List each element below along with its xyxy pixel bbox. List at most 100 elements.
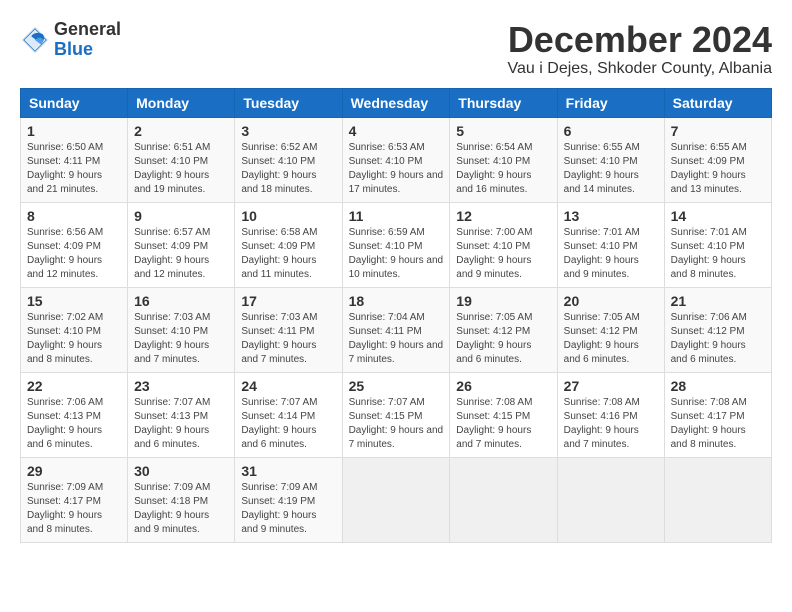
calendar-day-header: Tuesday <box>235 88 342 117</box>
day-info: Sunrise: 7:07 AMSunset: 4:15 PMDaylight:… <box>349 397 444 450</box>
day-number: 15 <box>27 293 121 309</box>
month-title: December 2024 <box>508 20 772 60</box>
day-number: 11 <box>349 208 444 224</box>
day-number: 18 <box>349 293 444 309</box>
day-info: Sunrise: 7:03 AMSunset: 4:10 PMDaylight:… <box>134 312 210 365</box>
day-info: Sunrise: 7:07 AMSunset: 4:14 PMDaylight:… <box>241 397 317 450</box>
day-info: Sunrise: 7:08 AMSunset: 4:15 PMDaylight:… <box>456 397 532 450</box>
calendar-cell: 31 Sunrise: 7:09 AMSunset: 4:19 PMDaylig… <box>235 457 342 542</box>
calendar-cell: 12 Sunrise: 7:00 AMSunset: 4:10 PMDaylig… <box>450 202 557 287</box>
calendar-cell: 5 Sunrise: 6:54 AMSunset: 4:10 PMDayligh… <box>450 117 557 202</box>
calendar-cell: 7 Sunrise: 6:55 AMSunset: 4:09 PMDayligh… <box>664 117 771 202</box>
day-info: Sunrise: 7:05 AMSunset: 4:12 PMDaylight:… <box>564 312 640 365</box>
day-info: Sunrise: 7:01 AMSunset: 4:10 PMDaylight:… <box>564 227 640 280</box>
day-info: Sunrise: 7:01 AMSunset: 4:10 PMDaylight:… <box>671 227 747 280</box>
day-number: 22 <box>27 378 121 394</box>
calendar-cell: 2 Sunrise: 6:51 AMSunset: 4:10 PMDayligh… <box>128 117 235 202</box>
calendar-header-row: SundayMondayTuesdayWednesdayThursdayFrid… <box>21 88 772 117</box>
day-number: 2 <box>134 123 228 139</box>
day-info: Sunrise: 7:04 AMSunset: 4:11 PMDaylight:… <box>349 312 444 365</box>
calendar-cell: 30 Sunrise: 7:09 AMSunset: 4:18 PMDaylig… <box>128 457 235 542</box>
calendar-week-row: 1 Sunrise: 6:50 AMSunset: 4:11 PMDayligh… <box>21 117 772 202</box>
calendar-cell: 27 Sunrise: 7:08 AMSunset: 4:16 PMDaylig… <box>557 372 664 457</box>
day-number: 31 <box>241 463 335 479</box>
calendar-day-header: Saturday <box>664 88 771 117</box>
day-number: 27 <box>564 378 658 394</box>
day-info: Sunrise: 6:55 AMSunset: 4:10 PMDaylight:… <box>564 142 640 195</box>
calendar-cell: 10 Sunrise: 6:58 AMSunset: 4:09 PMDaylig… <box>235 202 342 287</box>
calendar-week-row: 22 Sunrise: 7:06 AMSunset: 4:13 PMDaylig… <box>21 372 772 457</box>
day-number: 25 <box>349 378 444 394</box>
calendar-day-header: Friday <box>557 88 664 117</box>
day-info: Sunrise: 7:06 AMSunset: 4:13 PMDaylight:… <box>27 397 103 450</box>
day-number: 7 <box>671 123 765 139</box>
calendar-cell: 18 Sunrise: 7:04 AMSunset: 4:11 PMDaylig… <box>342 287 450 372</box>
day-info: Sunrise: 7:06 AMSunset: 4:12 PMDaylight:… <box>671 312 747 365</box>
day-number: 3 <box>241 123 335 139</box>
title-area: December 2024 Vau i Dejes, Shkoder Count… <box>508 20 772 78</box>
day-number: 6 <box>564 123 658 139</box>
calendar-cell: 19 Sunrise: 7:05 AMSunset: 4:12 PMDaylig… <box>450 287 557 372</box>
calendar-cell: 26 Sunrise: 7:08 AMSunset: 4:15 PMDaylig… <box>450 372 557 457</box>
calendar-cell: 21 Sunrise: 7:06 AMSunset: 4:12 PMDaylig… <box>664 287 771 372</box>
day-info: Sunrise: 7:00 AMSunset: 4:10 PMDaylight:… <box>456 227 532 280</box>
calendar-cell: 9 Sunrise: 6:57 AMSunset: 4:09 PMDayligh… <box>128 202 235 287</box>
logo: General Blue <box>20 20 121 60</box>
day-info: Sunrise: 7:08 AMSunset: 4:16 PMDaylight:… <box>564 397 640 450</box>
day-number: 20 <box>564 293 658 309</box>
calendar-cell: 1 Sunrise: 6:50 AMSunset: 4:11 PMDayligh… <box>21 117 128 202</box>
day-number: 23 <box>134 378 228 394</box>
calendar-body: 1 Sunrise: 6:50 AMSunset: 4:11 PMDayligh… <box>21 117 772 542</box>
day-number: 4 <box>349 123 444 139</box>
calendar-cell: 29 Sunrise: 7:09 AMSunset: 4:17 PMDaylig… <box>21 457 128 542</box>
logo-text: General Blue <box>54 20 121 60</box>
day-number: 13 <box>564 208 658 224</box>
day-info: Sunrise: 6:54 AMSunset: 4:10 PMDaylight:… <box>456 142 532 195</box>
day-info: Sunrise: 6:57 AMSunset: 4:09 PMDaylight:… <box>134 227 210 280</box>
day-info: Sunrise: 7:09 AMSunset: 4:17 PMDaylight:… <box>27 482 103 535</box>
calendar-cell <box>557 457 664 542</box>
day-info: Sunrise: 7:05 AMSunset: 4:12 PMDaylight:… <box>456 312 532 365</box>
calendar-cell: 15 Sunrise: 7:02 AMSunset: 4:10 PMDaylig… <box>21 287 128 372</box>
calendar-day-header: Wednesday <box>342 88 450 117</box>
logo-icon <box>20 25 50 55</box>
calendar-cell <box>342 457 450 542</box>
day-info: Sunrise: 6:55 AMSunset: 4:09 PMDaylight:… <box>671 142 747 195</box>
day-info: Sunrise: 6:50 AMSunset: 4:11 PMDaylight:… <box>27 142 103 195</box>
calendar-week-row: 8 Sunrise: 6:56 AMSunset: 4:09 PMDayligh… <box>21 202 772 287</box>
day-number: 21 <box>671 293 765 309</box>
calendar-cell: 13 Sunrise: 7:01 AMSunset: 4:10 PMDaylig… <box>557 202 664 287</box>
calendar-week-row: 29 Sunrise: 7:09 AMSunset: 4:17 PMDaylig… <box>21 457 772 542</box>
day-info: Sunrise: 7:09 AMSunset: 4:18 PMDaylight:… <box>134 482 210 535</box>
day-number: 26 <box>456 378 550 394</box>
calendar-cell: 16 Sunrise: 7:03 AMSunset: 4:10 PMDaylig… <box>128 287 235 372</box>
calendar-table: SundayMondayTuesdayWednesdayThursdayFrid… <box>20 88 772 543</box>
day-number: 24 <box>241 378 335 394</box>
day-number: 19 <box>456 293 550 309</box>
calendar-cell: 23 Sunrise: 7:07 AMSunset: 4:13 PMDaylig… <box>128 372 235 457</box>
calendar-day-header: Monday <box>128 88 235 117</box>
calendar-cell: 14 Sunrise: 7:01 AMSunset: 4:10 PMDaylig… <box>664 202 771 287</box>
day-info: Sunrise: 6:51 AMSunset: 4:10 PMDaylight:… <box>134 142 210 195</box>
day-info: Sunrise: 7:07 AMSunset: 4:13 PMDaylight:… <box>134 397 210 450</box>
day-number: 30 <box>134 463 228 479</box>
day-number: 17 <box>241 293 335 309</box>
day-info: Sunrise: 7:03 AMSunset: 4:11 PMDaylight:… <box>241 312 317 365</box>
calendar-cell: 28 Sunrise: 7:08 AMSunset: 4:17 PMDaylig… <box>664 372 771 457</box>
calendar-cell: 4 Sunrise: 6:53 AMSunset: 4:10 PMDayligh… <box>342 117 450 202</box>
day-number: 8 <box>27 208 121 224</box>
day-number: 9 <box>134 208 228 224</box>
calendar-cell <box>450 457 557 542</box>
day-info: Sunrise: 7:09 AMSunset: 4:19 PMDaylight:… <box>241 482 317 535</box>
day-number: 12 <box>456 208 550 224</box>
calendar-day-header: Thursday <box>450 88 557 117</box>
calendar-cell: 17 Sunrise: 7:03 AMSunset: 4:11 PMDaylig… <box>235 287 342 372</box>
location-title: Vau i Dejes, Shkoder County, Albania <box>508 60 772 78</box>
calendar-cell: 8 Sunrise: 6:56 AMSunset: 4:09 PMDayligh… <box>21 202 128 287</box>
calendar-cell: 22 Sunrise: 7:06 AMSunset: 4:13 PMDaylig… <box>21 372 128 457</box>
calendar-week-row: 15 Sunrise: 7:02 AMSunset: 4:10 PMDaylig… <box>21 287 772 372</box>
day-number: 16 <box>134 293 228 309</box>
day-number: 5 <box>456 123 550 139</box>
day-number: 28 <box>671 378 765 394</box>
day-info: Sunrise: 7:02 AMSunset: 4:10 PMDaylight:… <box>27 312 103 365</box>
